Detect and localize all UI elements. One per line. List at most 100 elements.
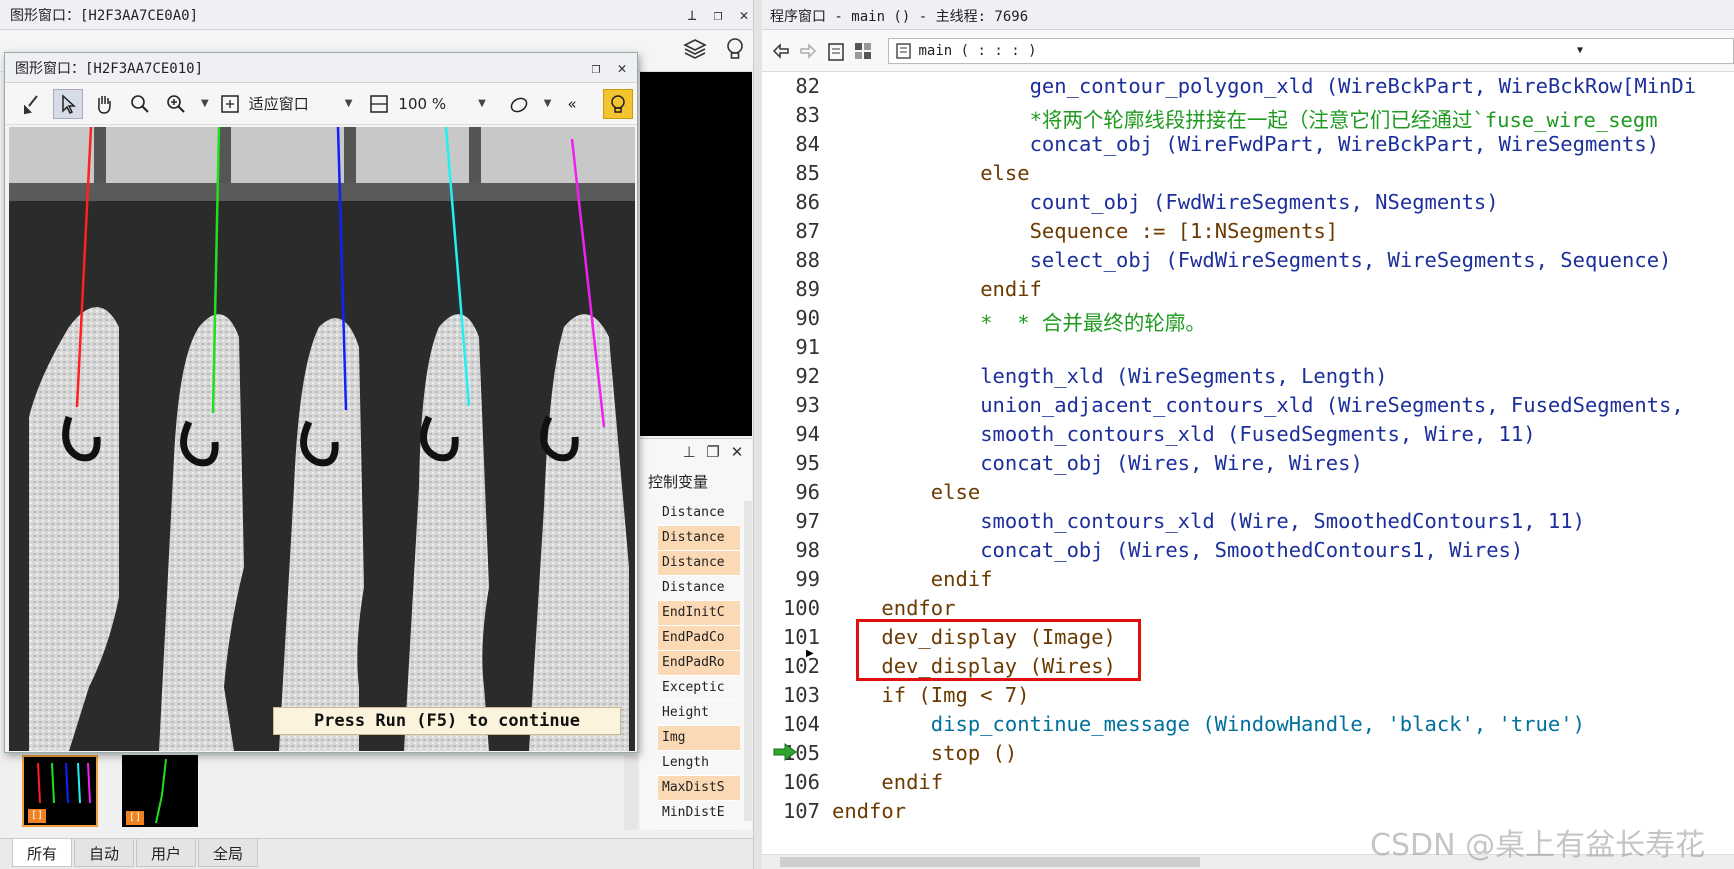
tab-all[interactable]: 所有: [12, 839, 73, 867]
bonding-wire-image[interactable]: [9, 127, 635, 751]
code-line[interactable]: 88 select_obj (FwdWireSegments, WireSegme…: [762, 248, 1734, 277]
line-number: 96: [795, 480, 820, 504]
close-icon[interactable]: ✕: [728, 443, 746, 461]
variable-item[interactable]: Exceptic: [658, 676, 740, 701]
fit-window-label[interactable]: 适应窗口: [249, 93, 309, 114]
layers-icon[interactable]: [682, 36, 708, 62]
pin-icon[interactable]: ⊥: [680, 443, 698, 461]
thumbnail-window-1[interactable]: []: [22, 755, 98, 827]
lightbulb-button[interactable]: [602, 88, 633, 119]
code-line[interactable]: 90 * * 合并最终的轮廓。: [762, 306, 1734, 335]
grid-icon[interactable]: [852, 40, 872, 62]
zoom-percent-icon[interactable]: [368, 93, 390, 115]
code-line[interactable]: 104 disp_continue_message (WindowHandle, …: [762, 712, 1734, 741]
code-line[interactable]: 87 Sequence := [1:NSegments]: [762, 219, 1734, 248]
code-line[interactable]: 96 else: [762, 480, 1734, 509]
back-arrow-icon[interactable]: [770, 40, 789, 62]
chevron-down-icon[interactable]: ▼: [201, 98, 209, 109]
code-text: select_obj (FwdWireSegments, WireSegment…: [1029, 248, 1672, 272]
code-line[interactable]: 95 concat_obj (Wires, Wire, Wires): [762, 451, 1734, 480]
code-line[interactable]: 106 endif: [762, 770, 1734, 799]
code-text: count_obj (FwdWireSegments, NSegments): [1029, 190, 1499, 214]
floating-graphics-window: 图形窗口：[H2F3AA7CE010] ❐ ✕ ▼ 适应窗口 ▼ 100 % ▼…: [4, 52, 638, 753]
code-line[interactable]: 105 stop (): [762, 741, 1734, 770]
tab-global[interactable]: 全局: [198, 839, 259, 867]
code-text: concat_obj (Wires, Wire, Wires): [980, 451, 1363, 475]
variable-item[interactable]: MaxDistS: [658, 776, 740, 801]
code-line[interactable]: 84 concat_obj (WireFwdPart, WireBckPart, …: [762, 132, 1734, 161]
wire-inspection-image: [9, 127, 635, 751]
variable-item[interactable]: Distance: [658, 526, 740, 551]
float-window-titlebar[interactable]: 图形窗口：[H2F3AA7CE010] ❐ ✕: [5, 53, 637, 83]
variable-panel-title: 控制变量: [648, 473, 709, 491]
code-line[interactable]: 93 union_adjacent_contours_xld (WireSegme…: [762, 393, 1734, 422]
clipboard-icon[interactable]: [825, 40, 844, 62]
restore-icon[interactable]: ❐: [587, 59, 605, 77]
code-text: endif: [980, 277, 1042, 301]
variable-item[interactable]: MinDistE: [658, 801, 740, 826]
code-line[interactable]: 86 count_obj (FwdWireSegments, NSegments): [762, 190, 1734, 219]
thumbnail-window-2[interactable]: []: [122, 755, 198, 827]
tab-user[interactable]: 用户: [136, 839, 197, 867]
bg-graphics-canvas[interactable]: [640, 72, 752, 436]
brush-icon: [24, 94, 38, 114]
pane-splitter[interactable]: [753, 0, 762, 869]
zoom-percent-label[interactable]: 100 %: [398, 95, 446, 113]
lightbulb-icon[interactable]: [722, 36, 748, 62]
variable-item[interactable]: Distance: [658, 551, 740, 576]
clear-brush-button[interactable]: [17, 89, 47, 119]
bg-window-titlebar: 图形窗口：[H2F3AA7CE0A0] ⊥ ❐ ✕: [0, 0, 759, 30]
line-number: 98: [795, 538, 820, 562]
code-line[interactable]: 91: [762, 335, 1734, 364]
chevron-down-icon[interactable]: ▼: [478, 98, 486, 109]
pan-hand-button[interactable]: [89, 89, 119, 119]
variable-item[interactable]: Distance: [658, 501, 740, 526]
restore-icon[interactable]: ❐: [704, 443, 722, 461]
code-line[interactable]: 92 length_xld (WireSegments, Length): [762, 364, 1734, 393]
code-line[interactable]: 98 concat_obj (Wires, SmoothedContours1, …: [762, 538, 1734, 567]
scrollbar-thumb[interactable]: [780, 857, 1200, 867]
hand-icon: [98, 95, 111, 114]
code-line[interactable]: 103 if (Img < 7): [762, 683, 1734, 712]
search-icon: [131, 94, 149, 113]
restore-icon[interactable]: ❐: [709, 6, 727, 24]
chevron-down-icon[interactable]: ▼: [544, 98, 552, 109]
select-pointer-button[interactable]: [53, 88, 83, 119]
code-line[interactable]: 83 *将两个轮廓线段拼接在一起（注意它们已经通过`fuse_wire_segm: [762, 103, 1734, 132]
code-text: else: [930, 480, 981, 504]
draw-shape-icon[interactable]: [508, 93, 534, 115]
variable-scrollbar[interactable]: [744, 501, 752, 821]
code-line[interactable]: 82 gen_contour_polygon_xld (WireBckPart, …: [762, 74, 1734, 103]
variable-item[interactable]: Distance: [658, 576, 740, 601]
variable-item[interactable]: EndPadRo: [658, 651, 740, 676]
forward-arrow-icon[interactable]: [797, 40, 817, 62]
program-window-toolbar: main ( : : : ) ▼: [762, 30, 1734, 72]
close-icon[interactable]: ✕: [613, 59, 631, 77]
code-line[interactable]: 89 endif: [762, 277, 1734, 306]
code-editor[interactable]: 82 gen_contour_polygon_xld (WireBckPart, …: [762, 74, 1734, 854]
fit-window-icon[interactable]: [219, 93, 241, 115]
code-text: length_xld (WireSegments, Length): [980, 364, 1388, 388]
variable-item[interactable]: Length: [658, 751, 740, 776]
chevron-down-icon[interactable]: ▼: [1577, 45, 1583, 56]
zoom-in-button[interactable]: [161, 89, 191, 119]
line-number: 85: [795, 161, 820, 185]
variable-item[interactable]: EndPadCo: [658, 626, 740, 651]
close-icon[interactable]: ✕: [735, 6, 753, 24]
thumbnail-scrollbar[interactable]: [624, 755, 638, 830]
code-line[interactable]: 94 smooth_contours_xld (FusedSegments, Wi…: [762, 422, 1734, 451]
watermark: CSDN @桌上有盆长寿花: [1370, 828, 1706, 863]
code-line[interactable]: 99 endif: [762, 567, 1734, 596]
tab-auto[interactable]: 自动: [74, 839, 135, 867]
code-line[interactable]: 85 else: [762, 161, 1734, 190]
procedure-select[interactable]: main ( : : : ) ▼: [887, 37, 1734, 64]
variable-item[interactable]: EndInitC: [658, 601, 740, 626]
code-line[interactable]: 97 smooth_contours_xld (Wire, SmoothedCon…: [762, 509, 1734, 538]
magnifier-button[interactable]: [125, 89, 155, 119]
chevron-down-icon[interactable]: ▼: [345, 98, 353, 109]
variable-item[interactable]: Img: [658, 726, 740, 751]
variable-item[interactable]: Height: [658, 701, 740, 726]
collapse-toolbar-icon[interactable]: «: [567, 95, 576, 113]
pin-icon[interactable]: ⊥: [683, 6, 701, 24]
code-text: stop (): [930, 741, 1018, 765]
